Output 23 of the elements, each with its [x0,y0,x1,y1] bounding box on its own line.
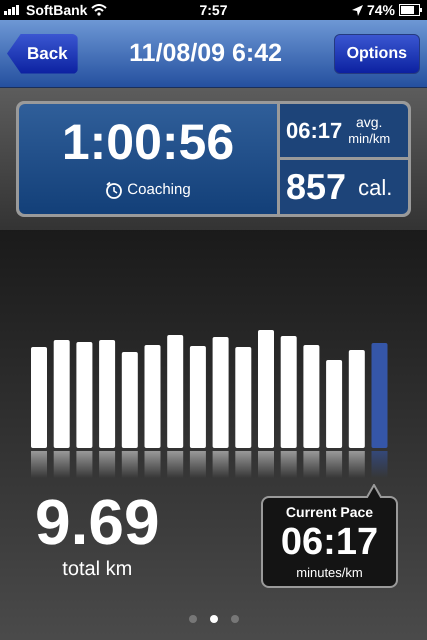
calories-unit: cal. [358,174,392,202]
current-pace-unit: minutes/km [296,564,363,582]
distance-label: total km [62,557,132,582]
screen-title: 11/08/09 6:42 [129,38,282,69]
current-pace-value: 06:17 [280,522,378,561]
current-pace-title: Current Pace [286,502,374,522]
stopwatch-icon [105,181,124,199]
back-button[interactable]: Back [7,34,78,74]
distance-value: 9.69 [35,490,160,554]
location-arrow-icon [352,4,363,16]
options-button[interactable]: Options [334,34,420,74]
pace-unit: min/km [348,131,390,148]
calories-value: 857 [286,165,346,209]
wifi-icon [91,4,108,16]
signal-icon [4,5,22,15]
coaching-label: Coaching [127,180,191,200]
battery-icon [399,4,424,16]
battery-percent: 74% [366,0,396,20]
carrier-name: SoftBank [26,0,88,20]
average-label: avg. [356,114,382,132]
clock-time: 7:57 [198,0,229,20]
average-pace-value: 06:17 [286,117,342,145]
duration-value: 1:00:56 [62,116,234,167]
